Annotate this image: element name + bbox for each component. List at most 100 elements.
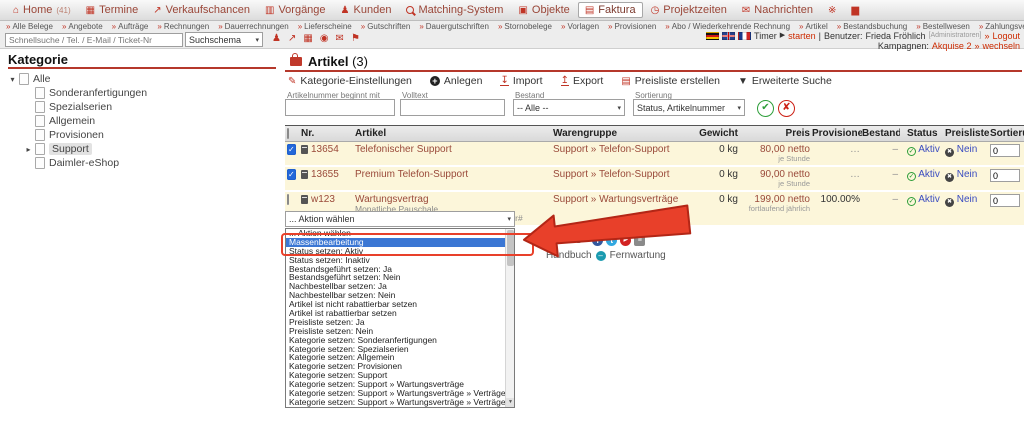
- preisliste-link[interactable]: Nein: [954, 194, 977, 205]
- column-header-gewicht[interactable]: Gewicht: [688, 126, 740, 141]
- flag-gb-icon[interactable]: [722, 32, 735, 40]
- submenu-item-rechnungen[interactable]: »Rechnungen: [157, 22, 209, 31]
- bell-icon[interactable]: ◉: [320, 33, 329, 44]
- expander-open-icon[interactable]: ▾: [8, 75, 17, 84]
- nav-item-stats-icon[interactable]: ▆: [844, 3, 866, 18]
- submenu-item-angebote[interactable]: »Angebote: [62, 22, 103, 31]
- filter-volltext-input[interactable]: [400, 99, 505, 116]
- action-select[interactable]: ... Aktion wählen ▾: [285, 211, 515, 227]
- sortierung-input[interactable]: [990, 194, 1020, 207]
- submenu-item-lieferscheine[interactable]: »Lieferscheine: [298, 22, 352, 31]
- column-header-preisliste[interactable]: Preisliste: [943, 126, 990, 141]
- nav-item-home[interactable]: ⌂Home(41): [6, 2, 78, 18]
- logout-link[interactable]: Logout: [992, 31, 1020, 41]
- submenu-item-zahlungsverkehr[interactable]: »Zahlungsverkehr: [979, 22, 1024, 31]
- status-link[interactable]: Aktiv: [916, 169, 940, 180]
- nav-item-matching-system[interactable]: Matching-System: [399, 2, 510, 18]
- column-header-sortierung[interactable]: Sortierung: [990, 126, 1024, 141]
- article-icon: [301, 195, 308, 204]
- contacts-icon[interactable]: ♟: [272, 33, 281, 44]
- reset-filter-button[interactable]: ✘: [778, 100, 795, 117]
- column-header-warengruppe[interactable]: Warengruppe: [553, 126, 688, 141]
- toolbar-preisliste-erstellen[interactable]: ▤Preisliste erstellen: [621, 75, 720, 87]
- column-header-status[interactable]: Status: [900, 126, 943, 141]
- campaign-switch-link[interactable]: wechseln: [982, 41, 1020, 51]
- article-name-link[interactable]: Telefonischer Support: [355, 144, 551, 155]
- column-header-preis[interactable]: Preis: [740, 126, 812, 141]
- row-checkbox[interactable]: ✓: [287, 144, 296, 155]
- nav-item-paw-icon[interactable]: ※: [821, 3, 843, 18]
- toolbar-kategorie-einstellungen[interactable]: ✎Kategorie-Einstellungen: [288, 75, 412, 87]
- preisliste-link[interactable]: Nein: [954, 169, 977, 180]
- submenu-item-gutschriften[interactable]: »Gutschriften: [361, 22, 411, 31]
- suchschema-select[interactable]: Suchschema ▾: [185, 32, 263, 47]
- tree-item-allgemein[interactable]: Allgemein: [0, 114, 280, 128]
- column-header-nr[interactable]: Nr.: [301, 126, 355, 141]
- filter-bestand-select[interactable]: -- Alle -- ▾: [513, 99, 625, 116]
- toolbar-import[interactable]: ↧Import: [500, 75, 542, 87]
- submenu-item-artikel[interactable]: »Artikel: [799, 22, 828, 31]
- toolbar-export[interactable]: ↥Export: [561, 75, 604, 87]
- select-all-checkbox[interactable]: [287, 128, 289, 139]
- submenu-item-bestandsbuchung[interactable]: »Bestandsbuchung: [837, 22, 908, 31]
- column-header-bestand[interactable]: Bestand: [862, 126, 900, 141]
- flag-fr-icon[interactable]: [738, 32, 751, 40]
- row-checkbox[interactable]: [287, 194, 289, 205]
- toolbar-anlegen[interactable]: +Anlegen: [430, 75, 483, 87]
- column-header-provisionen[interactable]: Provisionen: [812, 126, 862, 141]
- column-header-artikel[interactable]: Artikel: [355, 126, 553, 141]
- row-checkbox[interactable]: ✓: [287, 169, 296, 180]
- tree-item-daimler-eshop[interactable]: Daimler-eShop: [0, 156, 280, 170]
- article-number-link[interactable]: 13654: [311, 144, 339, 155]
- status-link[interactable]: Aktiv: [916, 144, 940, 155]
- quick-search-input[interactable]: [5, 33, 183, 47]
- flag-de-icon[interactable]: [706, 32, 719, 40]
- nav-item-nachrichten[interactable]: ✉Nachrichten: [735, 2, 820, 18]
- nav-item-objekte[interactable]: ▣Objekte: [511, 2, 576, 18]
- play-icon[interactable]: ▶: [780, 31, 785, 41]
- submenu-item-aufträge[interactable]: »Aufträge: [112, 22, 149, 31]
- article-number-link[interactable]: 13655: [311, 169, 339, 180]
- apply-filter-button[interactable]: ✔: [757, 100, 774, 117]
- nav-item-termine[interactable]: ▦Termine: [79, 2, 146, 18]
- status-link[interactable]: Aktiv: [916, 194, 940, 205]
- submenu-item-stornobelege[interactable]: »Stornobelege: [498, 22, 552, 31]
- submenu-item-dauerrechnungen[interactable]: »Dauerrechnungen: [218, 22, 289, 31]
- nav-item-verkaufschancen[interactable]: ↗Verkaufschancen: [146, 2, 257, 18]
- submenu-item-provisionen[interactable]: »Provisionen: [608, 22, 656, 31]
- chart-icon[interactable]: ↗: [288, 33, 296, 44]
- article-number-link[interactable]: w123: [311, 194, 335, 205]
- filter-sortierung-select[interactable]: Status, Artikelnummer ▾: [633, 99, 745, 116]
- nav-item-projektzeiten[interactable]: ◷Projektzeiten: [644, 2, 734, 18]
- tree-item-support[interactable]: ▸Support: [0, 142, 280, 156]
- briefcase-icon[interactable]: ⚑: [351, 33, 360, 44]
- tree-item-spezialserien[interactable]: Spezialserien: [0, 100, 280, 114]
- sortierung-input[interactable]: [990, 169, 1020, 182]
- chevron-down-icon: ▾: [617, 104, 621, 112]
- sortierung-input[interactable]: [990, 144, 1020, 157]
- faktura-submenu: »Alle Belege »Angebote »Aufträge »Rechnunge…: [6, 22, 1024, 31]
- nav-item-faktura[interactable]: ▤Faktura: [578, 2, 643, 18]
- preisliste-link[interactable]: Nein: [954, 144, 977, 155]
- submenu-item-bestellwesen[interactable]: »Bestellwesen: [916, 22, 970, 31]
- submenu-item-dauergutschriften[interactable]: »Dauergutschriften: [419, 22, 489, 31]
- nav-item-kunden[interactable]: ♟Kunden: [334, 2, 399, 18]
- filter-artikelnummer-input[interactable]: [285, 99, 395, 116]
- mail-icon[interactable]: ✉: [336, 33, 344, 44]
- submenu-item-abo-wiederkehrende-rechnung[interactable]: »Abo / Wiederkehrende Rechnung: [665, 22, 790, 31]
- package-icon[interactable]: ▦: [303, 33, 312, 44]
- nav-item-vorgänge[interactable]: ▥Vorgänge: [258, 2, 333, 18]
- import-icon: ↧: [500, 76, 508, 86]
- tree-item-provisionen[interactable]: Provisionen: [0, 128, 280, 142]
- campaign-name-link[interactable]: Akquise 2: [932, 41, 972, 51]
- action-option-kategorie-setzen-support-wartungsverträge-verträge-24-monate[interactable]: Kategorie setzen: Support » Wartungsvert…: [286, 398, 514, 407]
- tree-item-alle[interactable]: ▾Alle: [0, 72, 280, 86]
- article-name-link[interactable]: Premium Telefon-Support: [355, 169, 551, 180]
- scrollbar-down-arrow[interactable]: ▼: [506, 398, 515, 407]
- expander-closed-icon[interactable]: ▸: [24, 145, 33, 154]
- timer-start-link[interactable]: starten: [788, 31, 816, 41]
- submenu-item-alle-belege[interactable]: »Alle Belege: [6, 22, 53, 31]
- toolbar-erweiterte-suche[interactable]: ▼Erweiterte Suche: [738, 75, 832, 87]
- tree-item-sonderanfertigungen[interactable]: Sonderanfertigungen: [0, 86, 280, 100]
- submenu-item-vorlagen[interactable]: »Vorlagen: [561, 22, 599, 31]
